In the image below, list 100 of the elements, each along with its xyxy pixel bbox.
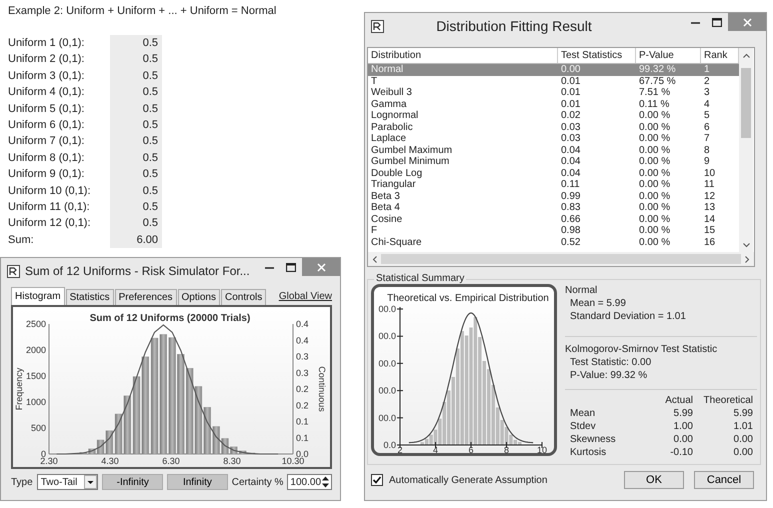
chart-title: Theoretical vs. Empirical Distribution xyxy=(387,293,549,304)
stat-value: 0.00 xyxy=(732,434,753,445)
table-cell-text: 13 xyxy=(703,202,716,214)
tick-label: 6.30 xyxy=(162,456,180,466)
table-cell-text: 0.83 xyxy=(560,202,582,214)
cell-value: 0.5 xyxy=(110,133,162,150)
table-cell-text: 0.04 xyxy=(560,168,582,179)
table-cell-text: 0.01 xyxy=(560,76,582,87)
axis-label: Continuous xyxy=(317,366,327,412)
table-cell-text: Gumbel Maximum xyxy=(370,144,454,156)
stat-value: 5.99 xyxy=(732,408,753,419)
table-cell-text: Cosine xyxy=(370,214,404,225)
tick-label: 0.0 xyxy=(383,440,396,450)
table-cell-text: F xyxy=(370,225,378,236)
tick-label: 4 xyxy=(433,445,438,453)
table-cell-text: 0.00 % xyxy=(638,214,672,225)
table-cell-text: 16 xyxy=(703,236,716,248)
tick-label: 8.30 xyxy=(223,456,241,466)
table-cell-text: 67.75 % xyxy=(638,76,677,87)
column-header: Actual xyxy=(664,395,693,406)
tick-label: 00.0 xyxy=(378,386,396,396)
table-cell-text: 3 xyxy=(703,87,711,98)
test-title: Kolmogorov-Smirnov Test Statistic xyxy=(565,343,718,356)
stat-label: Skewness xyxy=(569,434,617,445)
tick-label: 2500 xyxy=(26,319,46,329)
tick-label: 00.0 xyxy=(378,304,396,314)
table-cell-text: 7 xyxy=(703,133,711,144)
tick-label: 0.2 xyxy=(296,400,309,410)
table-cell-text: 15 xyxy=(703,225,716,236)
table-cell-text: 0.00 % xyxy=(638,225,672,236)
table-cell-text: 10 xyxy=(703,168,716,179)
table-cell-text: 0.00 % xyxy=(638,236,672,248)
table-cell-text: Gamma xyxy=(370,98,408,110)
table-cell-text: Double Log xyxy=(370,168,424,179)
tick-label: 0.0 xyxy=(296,449,309,459)
row-label: Uniform 9 (0,1): xyxy=(8,167,86,182)
group-title: Statistical Summary xyxy=(374,273,466,284)
tick-label: 0.1 xyxy=(296,432,309,443)
test-result: Test Statistic: 0.00 xyxy=(569,356,652,369)
distribution-name: Normal xyxy=(565,284,598,297)
type-label: Type xyxy=(11,476,33,488)
table-cell-text: 1 xyxy=(703,64,711,76)
row-label: Uniform 10 (0,1): xyxy=(8,184,92,199)
table-cell-text: Beta 3 xyxy=(370,190,401,202)
cell-value: 0.5 xyxy=(110,198,162,216)
tick-label: 00.0 xyxy=(378,358,396,368)
table-cell-text: Lognormal xyxy=(370,110,420,122)
table-cell-text: 0.00 % xyxy=(638,156,672,168)
table-cell-text: 0.00 % xyxy=(638,190,672,202)
stat-value: 5.99 xyxy=(672,408,693,419)
row-label: Uniform 5 (0,1): xyxy=(8,102,86,117)
tick-label: 0.4 xyxy=(296,319,309,329)
table-cell-text: 11 xyxy=(703,179,716,190)
table-cell-text: 0.00 % xyxy=(638,133,672,144)
table-cell-text: 0.00 % xyxy=(638,122,672,133)
table-cell-text: 0.11 xyxy=(560,179,581,190)
certainty-label: Certainty % xyxy=(232,476,284,488)
table-cell-text: 0.00 % xyxy=(638,110,672,122)
tick-label: 10 xyxy=(537,445,547,453)
table-cell-text: 6 xyxy=(703,122,711,133)
stat-value: 0.00 xyxy=(732,447,753,458)
cell-value: 0.5 xyxy=(110,35,162,52)
cell-value: 6.00 xyxy=(110,232,162,248)
table-cell-text: 9 xyxy=(703,156,711,168)
chart-title: Sum of 12 Uniforms (20000 Trials) xyxy=(90,313,250,324)
table-cell-text: 7.51 % xyxy=(638,87,672,98)
table-cell-text: Triangular xyxy=(370,179,417,190)
table-cell-text: 0.03 xyxy=(560,122,582,133)
table-cell-text: 0.00 xyxy=(560,64,582,76)
table-cell-text: 12 xyxy=(703,190,716,202)
table-cell-text: 0.04 xyxy=(560,144,582,156)
stat-value: -0.10 xyxy=(669,447,693,458)
table-cell-text: 0.04 xyxy=(560,156,582,168)
table-cell-text: 0.98 xyxy=(560,225,582,236)
tick-label: 8 xyxy=(504,445,509,453)
tick-label: 0 xyxy=(40,449,46,459)
tick-label: 0.2 xyxy=(296,384,309,394)
tick-label: 1000 xyxy=(26,397,46,407)
table-cell-text: Beta 4 xyxy=(370,202,401,214)
tick-label: 1500 xyxy=(26,371,46,381)
row-label: Uniform 11 (0,1): xyxy=(8,200,91,215)
cell-value: 0.5 xyxy=(110,51,162,68)
table-cell-text: 0.01 xyxy=(560,87,582,98)
tick-label: 2.30 xyxy=(40,456,58,466)
tick-label: 00.0 xyxy=(378,412,396,423)
tick-label: 0.1 xyxy=(296,416,309,426)
table-cell-text: 0.11 % xyxy=(638,98,670,110)
window-title: Sum of 12 Uniforms - Risk Simulator For... xyxy=(25,264,250,278)
cell-value: 0.5 xyxy=(110,182,162,199)
row-label: Uniform 6 (0,1): xyxy=(8,118,86,133)
tick-label: 10.30 xyxy=(282,456,304,466)
stat-label: Mean xyxy=(569,408,596,419)
table-cell-text: 0.01 xyxy=(560,98,582,110)
table-cell-text: 99.32 % xyxy=(638,64,677,76)
stat-label: Stdev xyxy=(569,421,597,432)
table-cell-text: 4 xyxy=(703,98,711,110)
row-label: Uniform 7 (0,1): xyxy=(8,134,86,150)
tick-label: 0.3 xyxy=(296,368,309,378)
table-cell-text: Parabolic xyxy=(370,122,414,133)
tick-label: 4.30 xyxy=(101,456,119,466)
